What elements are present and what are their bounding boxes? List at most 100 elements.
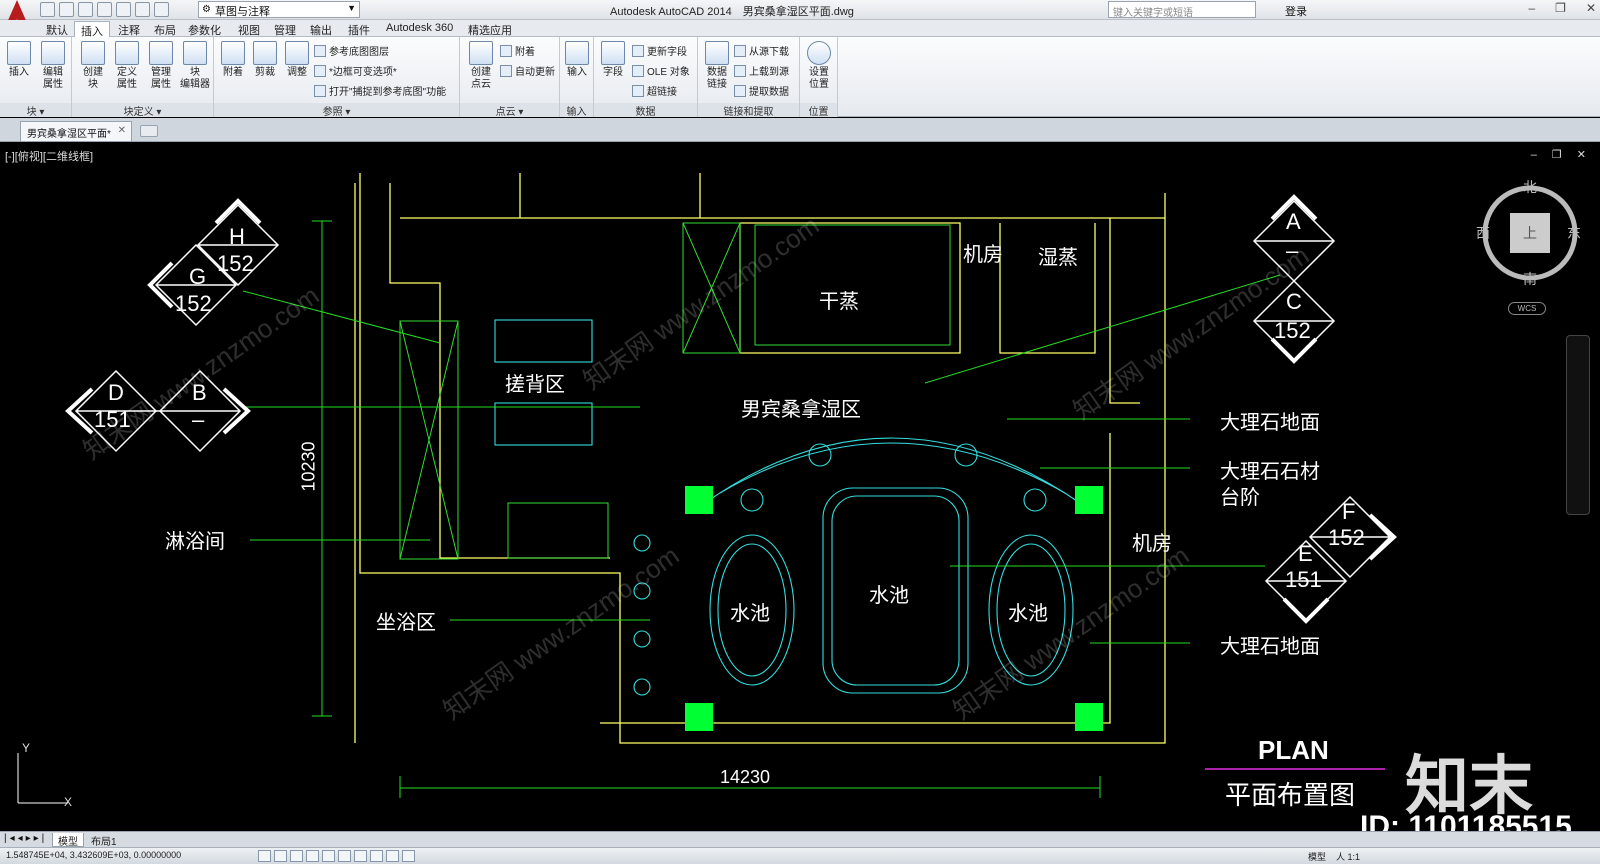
redo-icon[interactable] <box>154 2 169 17</box>
dyn-toggle-icon[interactable] <box>370 850 383 862</box>
viewcube-north[interactable]: 北 <box>1523 177 1537 197</box>
insert-button[interactable]: 插入 <box>2 41 36 79</box>
pool-right: 水池 <box>1008 603 1048 625</box>
auto-update-button[interactable]: 自动更新 <box>500 63 555 78</box>
save-icon[interactable] <box>78 2 93 17</box>
room-steam: 湿蒸 <box>1038 247 1078 269</box>
pc-attach-button[interactable]: 附着 <box>500 43 535 58</box>
document-tabs: 男宾桑拿湿区平面* ✕ <box>0 118 1600 142</box>
coordinate-readout[interactable]: 1.548745E+04, 3.432609E+03, 0.00000000 <box>6 850 181 860</box>
login-button[interactable]: 登录 <box>1285 3 1307 19</box>
marker-h-num: 152 <box>217 251 254 276</box>
osnap-toggle-icon[interactable] <box>322 850 335 862</box>
data-link-button[interactable]: 数据 链接 <box>700 41 734 91</box>
snap-underlay-button[interactable]: 打开"捕捉到参考底图"功能 <box>314 83 446 98</box>
transparency-toggle-icon[interactable] <box>402 850 415 862</box>
ucs-icon <box>17 753 68 804</box>
snap-underlay-label: 打开"捕捉到参考底图"功能 <box>329 87 447 98</box>
upload-source-button[interactable]: 上载到源 <box>734 63 789 78</box>
ortho-toggle-icon[interactable] <box>290 850 303 862</box>
tab-output[interactable]: 输出 <box>304 21 338 37</box>
ole-object-button[interactable]: OLE 对象 <box>632 63 690 78</box>
navigation-bar[interactable] <box>1566 335 1590 515</box>
snap-toggle-icon[interactable] <box>258 850 271 862</box>
marker-g-num: 152 <box>175 291 212 316</box>
panel-reference-label[interactable]: 参照 ▾ <box>214 103 459 118</box>
underlay-layers-button[interactable]: 参考底图图层 <box>314 43 389 58</box>
viewcube-south[interactable]: 南 <box>1523 269 1537 289</box>
grid-toggle-icon[interactable] <box>274 850 287 862</box>
title-bar: ⚙ 草图与注释 ▼ Autodesk AutoCAD 2014 男宾桑拿湿区平面… <box>0 0 1600 34</box>
tab-autodesk360[interactable]: Autodesk 360 <box>380 21 459 37</box>
tab-parametric[interactable]: 参数化 <box>182 21 227 37</box>
import-button[interactable]: 输入 <box>560 41 594 79</box>
panel-location: 设置 位置 位置 <box>800 37 838 118</box>
adjust-button[interactable]: 调整 <box>280 41 314 79</box>
define-attributes-icon <box>115 41 139 65</box>
tab-layout1[interactable]: 布局1 <box>86 833 122 848</box>
tab-view[interactable]: 视图 <box>232 21 266 37</box>
hyperlink-icon <box>632 85 644 97</box>
room-sitting-bath: 坐浴区 <box>376 612 436 634</box>
clip-label: 剪裁 <box>255 67 275 78</box>
save-as-icon[interactable] <box>97 2 112 17</box>
download-source-button[interactable]: 从源下载 <box>734 43 789 58</box>
drawing-canvas[interactable]: [-][俯视][二维线框] – ❐ ✕ 干蒸 机房 湿蒸 搓背区 男宾桑拿湿区 … <box>0 143 1600 831</box>
clip-button[interactable]: 剪裁 <box>248 41 282 79</box>
polar-toggle-icon[interactable] <box>306 850 319 862</box>
new-tab-button[interactable] <box>140 125 158 137</box>
attach-button[interactable]: 附着 <box>216 41 250 79</box>
restore-icon[interactable]: ❐ <box>1555 1 1566 15</box>
marker-g-letter: G <box>189 264 207 289</box>
workspace-select[interactable]: ⚙ 草图与注释 ▼ <box>198 1 360 18</box>
tab-annotate[interactable]: 注释 <box>112 21 146 37</box>
viewcube-east[interactable]: 东 <box>1567 223 1581 243</box>
tab-default[interactable]: 默认 <box>40 21 74 37</box>
tab-layout[interactable]: 布局 <box>148 21 182 37</box>
create-block-button[interactable]: 创建 块 <box>76 41 110 91</box>
block-editor-button[interactable]: 块 编辑器 <box>178 41 212 91</box>
tab-featured-apps[interactable]: 精选应用 <box>462 21 518 37</box>
document-tab[interactable]: 男宾桑拿湿区平面* ✕ <box>20 121 132 141</box>
minimize-icon[interactable]: – <box>1528 1 1535 15</box>
wcs-menu[interactable]: WCS <box>1508 302 1546 315</box>
update-fields-button[interactable]: 更新字段 <box>632 43 687 58</box>
field-button[interactable]: 字段 <box>596 41 630 79</box>
print-icon[interactable] <box>116 2 131 17</box>
panel-point-cloud-label[interactable]: 点云 ▾ <box>460 103 559 118</box>
new-file-icon[interactable] <box>40 2 55 17</box>
extract-data-button[interactable]: 提取数据 <box>734 83 789 98</box>
edit-attributes-button[interactable]: 编辑 属性 <box>36 41 70 91</box>
viewcube-top[interactable]: 上 <box>1523 223 1537 243</box>
lineweight-toggle-icon[interactable] <box>386 850 399 862</box>
otrack-toggle-icon[interactable] <box>338 850 351 862</box>
manage-attributes-button[interactable]: 管理 属性 <box>144 41 178 91</box>
tab-model[interactable]: 模型 <box>52 833 84 848</box>
undo-icon[interactable] <box>135 2 150 17</box>
create-point-cloud-button[interactable]: 创建 点云 <box>464 41 498 91</box>
close-tab-icon[interactable]: ✕ <box>118 125 126 136</box>
status-model[interactable]: 模型 人 1:1 <box>1308 850 1360 863</box>
search-input[interactable]: 键入关键字或短语 <box>1108 1 1256 19</box>
globe-icon <box>807 41 831 65</box>
open-file-icon[interactable] <box>59 2 74 17</box>
tab-manage[interactable]: 管理 <box>268 21 302 37</box>
adjust-icon <box>285 41 309 65</box>
annotation-scale[interactable]: 人 1:1 <box>1336 852 1360 862</box>
frame-variable-button[interactable]: *边框可变选项* <box>314 63 397 78</box>
hyperlink-button[interactable]: 超链接 <box>632 83 677 98</box>
panel-block-label[interactable]: 块 ▾ <box>0 103 71 118</box>
viewcube-west[interactable]: 西 <box>1476 223 1490 243</box>
tab-plugins[interactable]: 插件 <box>342 21 376 37</box>
layout-nav-icon[interactable]: |◂◂▸▸| <box>4 833 47 844</box>
ucs-x-label: X <box>64 795 73 809</box>
tab-insert[interactable]: 插入 <box>74 21 110 38</box>
panel-block-definition-label[interactable]: 块定义 ▾ <box>72 103 213 118</box>
define-attributes-button[interactable]: 定义 属性 <box>110 41 144 91</box>
close-icon[interactable]: ✕ <box>1586 1 1596 15</box>
manage-attributes-icon <box>149 41 173 65</box>
quick-access-toolbar <box>40 2 169 17</box>
hatching <box>399 222 951 560</box>
ducs-toggle-icon[interactable] <box>354 850 367 862</box>
set-location-button[interactable]: 设置 位置 <box>802 41 836 91</box>
